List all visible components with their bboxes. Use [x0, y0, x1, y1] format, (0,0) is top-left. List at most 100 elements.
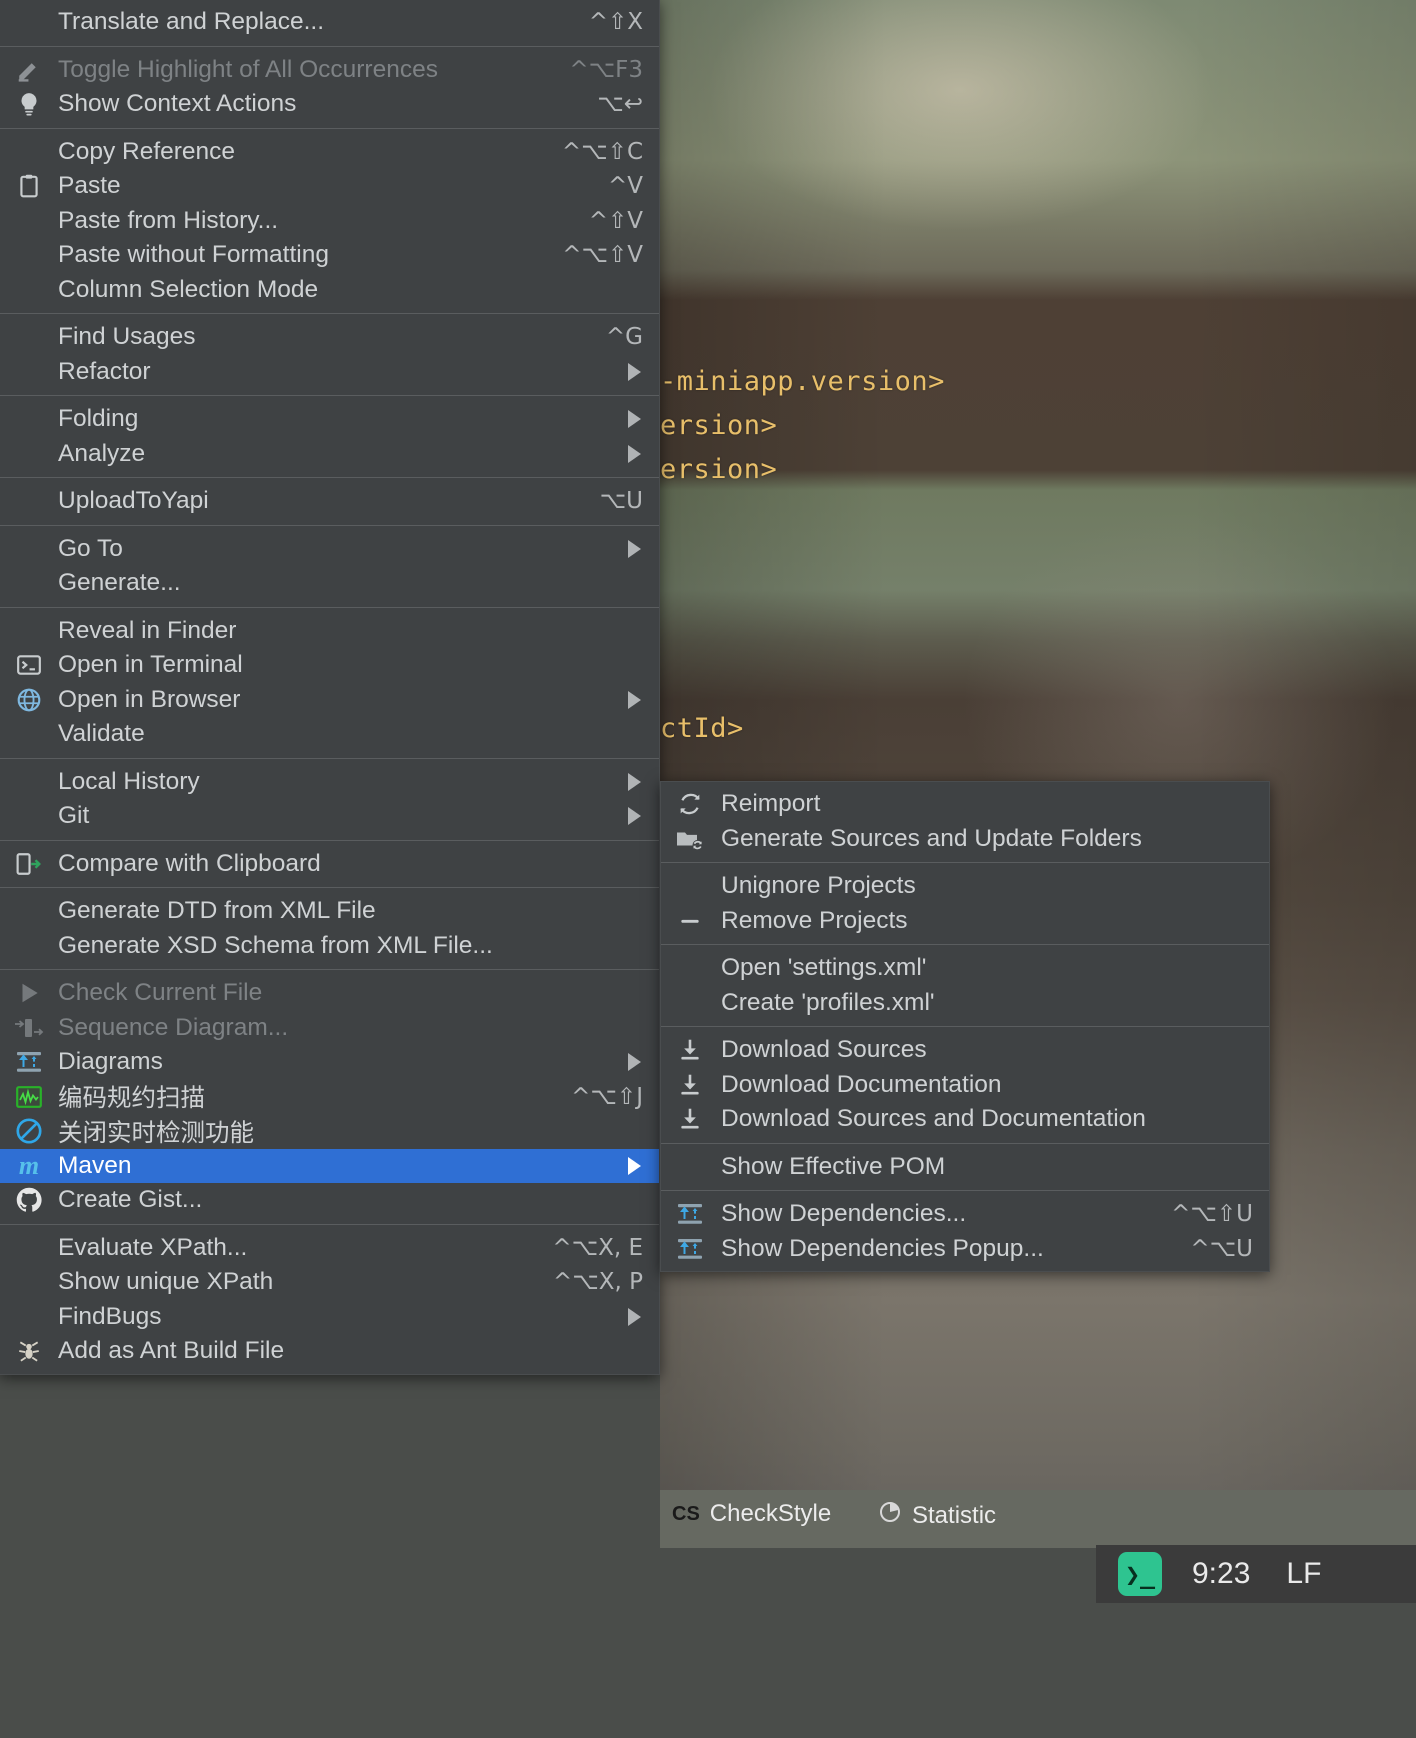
menu-item-paste[interactable]: Paste ^V [0, 169, 659, 204]
menu-item-git[interactable]: Git [0, 799, 659, 834]
taskbar: ❯_ 9:23 LF [1096, 1545, 1416, 1603]
menu-item-go-to[interactable]: Go To [0, 532, 659, 567]
menu-item-analyze[interactable]: Analyze [0, 437, 659, 472]
menu-item-label: Generate Sources and Update Folders [721, 824, 1142, 852]
menu-item-download-sources-and-documentation[interactable]: Download Sources and Documentation [661, 1102, 1269, 1137]
menu-item-translate-and-replace[interactable]: Translate and Replace... ^⇧X [0, 5, 659, 40]
menu-item-shortcut: ^⌥⇧V [562, 242, 643, 269]
menu-item-generate[interactable]: Generate... [0, 566, 659, 601]
menu-item-show-context-actions[interactable]: Show Context Actions ⌥↩ [0, 87, 659, 122]
menu-item-download-documentation[interactable]: Download Documentation [661, 1068, 1269, 1103]
menu-item-label: Sequence Diagram... [58, 1013, 289, 1041]
menu-item-label: Paste without Formatting [58, 241, 329, 269]
code-line-0: -miniapp.version> [660, 366, 945, 397]
menu-item-add-as-ant-build-file[interactable]: Add as Ant Build File [0, 1334, 659, 1369]
menu-item-paste-from-history[interactable]: Paste from History... ^⇧V [0, 204, 659, 239]
chevron-right-icon [628, 362, 641, 381]
menu-item-create-profiles-xml[interactable]: Create 'profiles.xml' [661, 986, 1269, 1021]
menu-item-findbugs[interactable]: FindBugs [0, 1300, 659, 1335]
menu-item-open-settings-xml[interactable]: Open 'settings.xml' [661, 951, 1269, 986]
menu-item-maven[interactable]: m Maven [0, 1148, 659, 1183]
menu-item-local-history[interactable]: Local History [0, 765, 659, 800]
menu-item-label: Evaluate XPath... [58, 1233, 248, 1261]
editor-context-menu[interactable]: Translate and Replace... ^⇧X Toggle Highli… [0, 0, 660, 1375]
menu-item-compare-with-clipboard[interactable]: Compare with Clipboard [0, 847, 659, 882]
line-ending-indicator[interactable]: LF [1286, 1557, 1321, 1591]
folder-refresh-icon [673, 824, 707, 854]
menu-item-shortcut: ^G [605, 324, 643, 351]
no-entry-icon [12, 1116, 46, 1146]
menu-item-paste-without-formatting[interactable]: Paste without Formatting ^⌥⇧V [0, 238, 659, 273]
menu-item-remove-projects[interactable]: Remove Projects [661, 904, 1269, 939]
menu-item-reveal-in-finder[interactable]: Reveal in Finder [0, 614, 659, 649]
menu-item-generate-sources-and-update-folders[interactable]: Generate Sources and Update Folders [661, 822, 1269, 857]
menu-item-show-dependencies[interactable]: Show Dependencies... ^⌥⇧U [661, 1197, 1269, 1232]
menu-item-show-effective-pom[interactable]: Show Effective POM [661, 1150, 1269, 1185]
menu-item-label: UploadToYapi [58, 487, 209, 515]
menu-separator [0, 127, 659, 129]
menu-item-copy-reference[interactable]: Copy Reference ^⌥⇧C [0, 135, 659, 170]
menu-item-shortcut: ^⌥X, E [552, 1234, 643, 1261]
menu-item-validate[interactable]: Validate [0, 717, 659, 752]
menu-item-folding[interactable]: Folding [0, 402, 659, 437]
menu-item-[interactable]: 关闭实时检测功能 [0, 1114, 659, 1149]
menu-item-show-dependencies-popup[interactable]: Show Dependencies Popup... ^⌥U [661, 1232, 1269, 1267]
menu-item-label: Download Sources [721, 1036, 927, 1064]
download-icon [673, 1035, 707, 1065]
menu-item-shortcut: ^⌥F3 [569, 56, 643, 83]
chevron-right-icon [628, 1053, 641, 1072]
menu-item-create-gist[interactable]: Create Gist... [0, 1183, 659, 1218]
menu-separator [0, 395, 659, 396]
menu-item-open-in-browser[interactable]: Open in Browser [0, 683, 659, 718]
code-line-2: ersion> [660, 454, 778, 485]
menu-item-label: Go To [58, 534, 123, 562]
terminal-icon[interactable]: ❯_ [1118, 1552, 1162, 1596]
menu-item-shortcut: ^⌥U [1190, 1235, 1253, 1262]
terminal-icon [12, 650, 46, 680]
menu-item-label: Find Usages [58, 323, 196, 351]
play-icon [12, 978, 46, 1008]
menu-item-label: Unignore Projects [721, 872, 916, 900]
maven-submenu[interactable]: Reimport Generate Sources and Update Fold… [660, 781, 1270, 1272]
menu-separator [0, 606, 659, 608]
menu-separator [661, 862, 1269, 863]
menu-item-[interactable]: 编码规约扫描 ^⌥⇧J [0, 1080, 659, 1115]
status-item-statistic[interactable]: Statistic [878, 1500, 996, 1531]
menu-item-label: Translate and Replace... [58, 8, 325, 36]
menu-item-column-selection-mode[interactable]: Column Selection Mode [0, 273, 659, 308]
menu-item-label: Show Dependencies... [721, 1200, 967, 1228]
menu-item-evaluate-xpath[interactable]: Evaluate XPath... ^⌥X, E [0, 1231, 659, 1266]
refresh-icon [673, 789, 707, 819]
menu-item-refactor[interactable]: Refactor [0, 355, 659, 390]
menu-item-shortcut: ^⌥⇧J [571, 1083, 643, 1110]
diagram-icon [673, 1234, 707, 1264]
menu-item-find-usages[interactable]: Find Usages ^G [0, 320, 659, 355]
code-line-3: ctId> [660, 713, 744, 744]
menu-item-generate-xsd-schema-from-xml-file[interactable]: Generate XSD Schema from XML File... [0, 929, 659, 964]
menu-separator [0, 839, 659, 841]
menu-item-label: Git [58, 802, 90, 830]
menu-item-label: Generate DTD from XML File [58, 897, 376, 925]
menu-item-label: Paste [58, 172, 121, 200]
checkstyle-icon: CS [672, 1502, 700, 1525]
menu-item-reimport[interactable]: Reimport [661, 787, 1269, 822]
menu-item-open-in-terminal[interactable]: Open in Terminal [0, 648, 659, 683]
menu-item-label: Open 'settings.xml' [721, 954, 927, 982]
menu-item-generate-dtd-from-xml-file[interactable]: Generate DTD from XML File [0, 894, 659, 929]
menu-item-label: Add as Ant Build File [58, 1337, 285, 1365]
chevron-right-icon [628, 539, 641, 558]
menu-item-uploadtoyapi[interactable]: UploadToYapi ⌥U [0, 484, 659, 519]
download-icon [673, 1070, 707, 1100]
menu-item-download-sources[interactable]: Download Sources [661, 1033, 1269, 1068]
status-item-checkstyle[interactable]: CS CheckStyle [672, 1500, 831, 1528]
menu-item-label: Show Effective POM [721, 1152, 946, 1180]
menu-separator [0, 313, 659, 314]
menu-item-diagrams[interactable]: Diagrams [0, 1045, 659, 1080]
menu-item-label: Maven [58, 1151, 132, 1179]
menu-item-shortcut: ^⌥⇧C [561, 138, 643, 165]
github-icon [12, 1185, 46, 1215]
menu-item-label: Open in Terminal [58, 651, 243, 679]
menu-separator [0, 757, 659, 759]
menu-item-show-unique-xpath[interactable]: Show unique XPath ^⌥X, P [0, 1265, 659, 1300]
menu-item-unignore-projects[interactable]: Unignore Projects [661, 869, 1269, 904]
